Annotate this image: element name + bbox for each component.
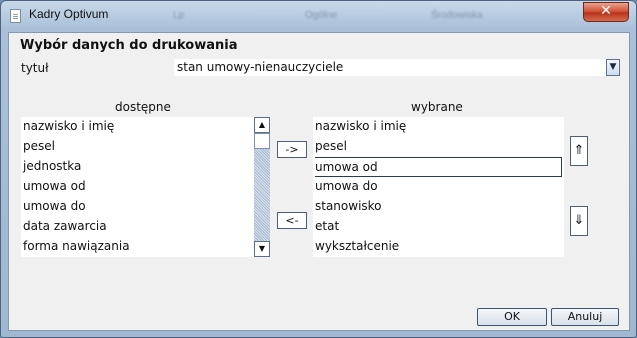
list-item[interactable]: jednostka bbox=[23, 157, 252, 177]
dialog-window: Kadry Optivum Lp Ogólne Środowiska ✕ Wyb… bbox=[0, 0, 637, 338]
scroll-up-icon[interactable]: ▲ bbox=[254, 117, 270, 133]
title-select[interactable]: stan umowy-nienauczyciele ▼ bbox=[174, 59, 620, 76]
selected-list[interactable]: nazwisko i imię pesel umowa od umowa do … bbox=[313, 117, 564, 257]
title-label: tytuł bbox=[21, 61, 49, 75]
background-hint: Ogólne bbox=[305, 10, 338, 21]
close-icon: ✕ bbox=[600, 3, 612, 19]
list-item[interactable]: umowa od bbox=[23, 177, 252, 197]
remove-item-button[interactable]: <- bbox=[277, 212, 307, 229]
list-item-selected[interactable]: umowa od bbox=[315, 157, 562, 177]
window-title: Kadry Optivum bbox=[29, 7, 109, 21]
list-item[interactable]: stanowisko bbox=[315, 197, 562, 217]
close-button[interactable]: ✕ bbox=[583, 2, 629, 22]
list-item[interactable]: wykształcenie bbox=[315, 237, 562, 257]
chevron-down-icon[interactable]: ▼ bbox=[606, 59, 620, 76]
background-hint: Środowiska bbox=[431, 10, 483, 21]
arrow-up-icon: ⇑ bbox=[573, 143, 585, 158]
title-select-value: stan umowy-nienauczyciele bbox=[177, 60, 344, 74]
cancel-button[interactable]: Anuluj bbox=[551, 308, 619, 326]
list-item[interactable]: data zawarcia bbox=[23, 217, 252, 237]
list-item[interactable]: nazwisko i imię bbox=[315, 117, 562, 137]
list-item[interactable]: umowa do bbox=[23, 197, 252, 217]
move-down-button[interactable]: ⇓ bbox=[570, 206, 588, 236]
list-item[interactable]: forma nawiązania bbox=[23, 237, 252, 257]
scroll-thumb[interactable] bbox=[254, 133, 270, 149]
available-scrollbar[interactable]: ▲ ▼ bbox=[254, 117, 270, 257]
list-item[interactable]: pesel bbox=[315, 137, 562, 157]
title-bar[interactable]: Kadry Optivum Lp Ogólne Środowiska ✕ bbox=[1, 1, 636, 31]
list-item[interactable]: umowa do bbox=[315, 177, 562, 197]
available-label: dostępne bbox=[115, 100, 171, 114]
available-list[interactable]: nazwisko i imię pesel jednostka umowa od… bbox=[21, 117, 254, 257]
selected-label: wybrane bbox=[411, 100, 463, 114]
arrow-down-icon: ⇓ bbox=[573, 213, 585, 228]
add-item-button[interactable]: -> bbox=[277, 141, 307, 158]
background-hint: Lp bbox=[173, 10, 185, 21]
app-document-icon bbox=[10, 9, 21, 23]
list-item[interactable]: pesel bbox=[23, 137, 252, 157]
move-up-button[interactable]: ⇑ bbox=[570, 136, 588, 166]
ok-button[interactable]: OK bbox=[477, 308, 547, 326]
list-item[interactable]: nazwisko i imię bbox=[23, 117, 252, 137]
list-item[interactable]: etat bbox=[315, 217, 562, 237]
dialog-heading: Wybór danych do drukowania bbox=[20, 38, 238, 53]
dialog-body: Wybór danych do drukowania tytuł stan um… bbox=[8, 32, 630, 331]
scroll-down-icon[interactable]: ▼ bbox=[254, 241, 270, 257]
